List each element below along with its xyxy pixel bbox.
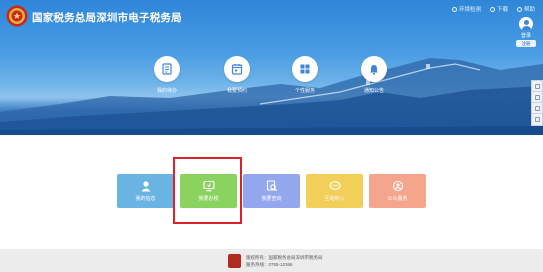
footer-hotline: 服务热线：0755-12366 — [246, 262, 293, 267]
tool-icon — [534, 94, 540, 100]
register-button[interactable]: 注册 — [516, 40, 536, 47]
monitor-icon — [451, 6, 457, 12]
chat-icon — [328, 180, 341, 192]
search-doc-icon — [266, 180, 278, 192]
side-tool-button[interactable] — [532, 92, 542, 103]
top-links: 环境检测 下载 帮助 — [451, 5, 535, 13]
footer-copyright: 版权所有：国家税务总局深圳市税务局 — [246, 255, 323, 260]
public-service-icon — [392, 180, 404, 192]
quick-item-todo[interactable]: 我的待办 — [147, 56, 187, 94]
bell-icon[interactable] — [361, 56, 387, 82]
tool-icon — [534, 105, 540, 111]
highlight-box — [173, 157, 242, 224]
tile-my-info[interactable]: 我的信息 — [117, 174, 174, 208]
tool-icon — [534, 83, 540, 89]
quick-item-label: 我要预约 — [226, 88, 247, 94]
login-label[interactable]: 登录 — [516, 32, 536, 39]
tile-label: 我要查询 — [261, 196, 282, 202]
user-avatar-icon[interactable] — [519, 17, 533, 31]
todo-icon[interactable] — [154, 56, 180, 82]
header-banner: 国家税务总局深圳市电子税务局 环境检测 下载 帮助 登录 注册 我的待办 我要预… — [0, 0, 543, 135]
help-link[interactable]: 帮助 — [516, 5, 535, 13]
download-icon — [489, 6, 495, 12]
tile-label: 互动中心 — [324, 196, 345, 202]
env-check-link[interactable]: 环境检测 — [451, 5, 481, 13]
quick-item-appointment[interactable]: 我要预约 — [217, 56, 257, 94]
grid-icon[interactable] — [292, 56, 318, 82]
tile-query[interactable]: 我要查询 — [243, 174, 300, 208]
user-icon — [140, 180, 152, 192]
tile-label: 公众服务 — [387, 196, 408, 202]
quick-item-label: 我的待办 — [156, 88, 177, 94]
tile-public-service[interactable]: 公众服务 — [369, 174, 426, 208]
side-tool-button[interactable] — [532, 103, 542, 114]
quick-item-label: 个性服务 — [294, 88, 315, 94]
calendar-icon[interactable] — [224, 56, 250, 82]
download-link[interactable]: 下载 — [489, 5, 508, 13]
footer: 版权所有：国家税务总局深圳市税务局 服务热线：0755-12366 — [0, 249, 543, 272]
tax-emblem-logo — [6, 5, 28, 27]
tile-interaction[interactable]: 互动中心 — [306, 174, 363, 208]
quick-item-notice[interactable]: 通知公告 — [354, 56, 394, 94]
site-title: 国家税务总局深圳市电子税务局 — [32, 12, 182, 24]
tax-portal-page: 国家税务总局深圳市电子税务局 环境检测 下载 帮助 登录 注册 我的待办 我要预… — [0, 0, 543, 272]
help-icon — [516, 6, 522, 12]
tool-icon — [534, 117, 540, 122]
tile-label: 我的信息 — [135, 196, 156, 202]
footer-emblem-icon — [228, 254, 241, 268]
side-tool-button[interactable] — [532, 114, 542, 125]
login-area[interactable]: 登录 注册 — [516, 17, 536, 47]
quick-item-personal-service[interactable]: 个性服务 — [285, 56, 325, 94]
quick-item-label: 通知公告 — [363, 88, 384, 94]
side-tool-button[interactable] — [532, 81, 542, 92]
side-toolbar — [531, 80, 543, 126]
